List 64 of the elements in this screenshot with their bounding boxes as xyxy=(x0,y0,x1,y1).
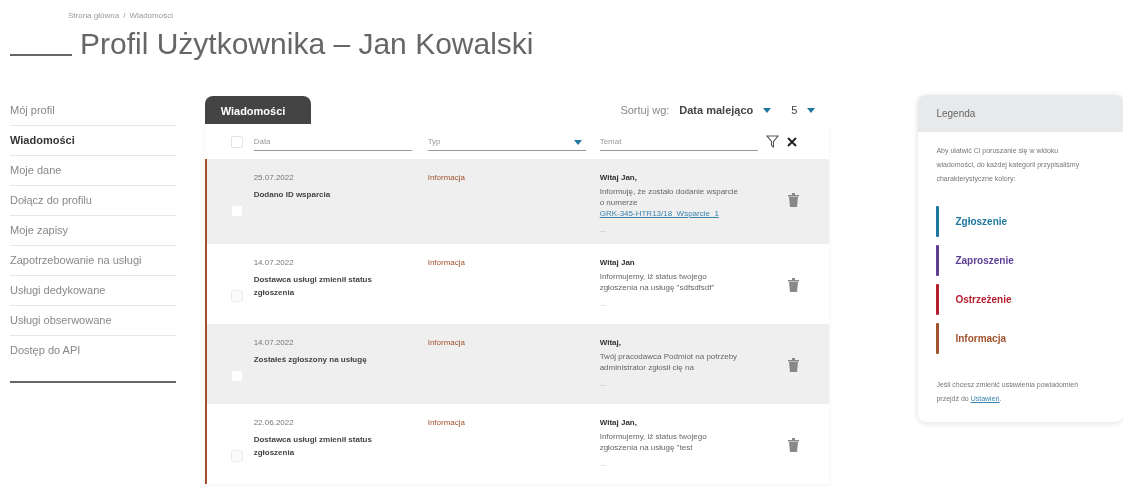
message-preview: Informuję, że zostało dodanie wsparcie o numerze GRK-345-HTR13/18_Wsparcie_1 xyxy=(599,186,739,219)
sidebar-item[interactable]: Wiadomości xyxy=(10,126,176,156)
message-date: 14.07.2022 xyxy=(253,338,295,347)
message-preview: Informujemy, iż status twojego zgłoszenia na usługę "test xyxy=(599,431,708,453)
support-id-link[interactable]: GRK-345-HTR13/18_Wsparcie_1 xyxy=(599,209,719,218)
select-all-checkbox[interactable] xyxy=(230,135,243,148)
message-title: Dostawca usługi zmienił status zgłoszenia xyxy=(253,274,373,299)
category-label: Informacja xyxy=(955,333,1006,344)
message-row[interactable]: 14.07.2022 Zostałeś zgłoszony na usługę Informacja Witaj, Twój pracodawca Podmiot na potrzeby administrator zgłosił cię na ... xyxy=(204,324,830,404)
message-date: 22.06.2022 xyxy=(253,418,295,427)
type-filter-dropdown[interactable]: Typ xyxy=(427,132,586,151)
date-filter-field[interactable]: Data xyxy=(253,132,412,151)
sidebar-item[interactable]: Mój profil xyxy=(10,96,176,126)
sort-label: Sortuj wg: xyxy=(620,104,670,116)
caret-icon xyxy=(807,107,816,113)
category-label: Ostrzeżenie xyxy=(955,294,1012,305)
legend-header: Legenda xyxy=(918,95,1123,132)
breadcrumb-separator: / xyxy=(123,11,126,20)
trash-icon[interactable] xyxy=(787,193,799,207)
message-type: Informacja xyxy=(427,418,467,427)
message-title: Zostałeś zgłoszony na usługę xyxy=(253,354,368,366)
message-greeting: Witaj Jan, xyxy=(599,418,638,427)
sidebar-item[interactable]: Usługi dedykowane xyxy=(10,276,176,306)
message-title: Dodano ID wsparcia xyxy=(253,189,332,201)
breadcrumb-link[interactable]: Strona główna xyxy=(68,11,120,20)
trash-icon[interactable] xyxy=(787,438,799,452)
sidebar-item[interactable]: Zapotrzebowanie na usługi xyxy=(10,246,176,276)
filter-icon[interactable] xyxy=(765,135,779,148)
sidebar-item[interactable]: Dostęp do API xyxy=(10,336,176,365)
sort-dropdown[interactable]: Data malejąco xyxy=(675,104,776,116)
message-preview: Informujemy, iż status twojego zgłoszenia na usługę "sdfsdfsdf" xyxy=(599,271,716,293)
message-greeting: Witaj, xyxy=(599,338,622,347)
message-type: Informacja xyxy=(427,258,467,267)
message-type: Informacja xyxy=(427,338,467,347)
sidebar-item[interactable]: Moje zapisy xyxy=(10,216,176,246)
ellipsis-text: ... xyxy=(599,379,608,388)
trash-icon[interactable] xyxy=(787,278,799,292)
trash-icon[interactable] xyxy=(787,358,799,372)
ellipsis-text: ... xyxy=(599,225,608,234)
message-greeting: Witaj Jan xyxy=(599,258,636,267)
ellipsis-text: ... xyxy=(599,459,608,468)
category-label: Zaproszenie xyxy=(955,255,1014,266)
ellipsis-text: ... xyxy=(599,299,608,308)
messages-tab[interactable]: Wiadomości xyxy=(204,96,311,124)
message-date: 14.07.2022 xyxy=(253,258,295,267)
category-label: Zgłoszenie xyxy=(955,216,1008,227)
page-title: Profil Użytkownika – Jan Kowalski xyxy=(80,26,534,62)
sidebar-item[interactable]: Dołącz do profilu xyxy=(10,186,176,216)
message-preview: Twój pracodawca Podmiot na potrzeby administrator zgłosił cię na xyxy=(599,351,739,373)
caret-icon xyxy=(573,139,582,145)
message-row[interactable]: 14.07.2022 Dostawca usługi zmienił status zgłoszenia Informacja Witaj Jan Informujemy, iż status twojego zgłoszenia na usługę "sdfsdfsdf" ... xyxy=(204,244,830,324)
caret-icon xyxy=(763,107,772,113)
message-greeting: Witaj Jan, xyxy=(599,173,638,182)
message-title: Dostawca usługi zmienił status zgłoszenia xyxy=(253,434,373,459)
message-type: Informacja xyxy=(427,173,467,182)
page-size-dropdown[interactable]: 5 xyxy=(787,104,820,116)
sidebar-item[interactable]: Moje dane xyxy=(10,156,176,186)
message-row[interactable]: 25.07.2022 Dodano ID wsparcia Informacja Witaj Jan, Informuję, że zostało dodanie wsparcie o numerze GRK-345-HTR13/18_Wsparcie_1 ... xyxy=(204,159,830,244)
sidebar-item[interactable]: Usługi obserwowane xyxy=(10,306,176,336)
clear-filters-icon[interactable] xyxy=(786,136,797,147)
message-date: 25.07.2022 xyxy=(253,173,295,182)
breadcrumb-link[interactable]: Wiadomości xyxy=(129,11,173,20)
subject-filter-field[interactable]: Temat xyxy=(599,132,758,151)
message-row[interactable]: 22.06.2022 Dostawca usługi zmienił status zgłoszenia Informacja Witaj Jan, Informujemy, iż status twojego zgłoszenia na usługę "test ... xyxy=(204,404,830,484)
